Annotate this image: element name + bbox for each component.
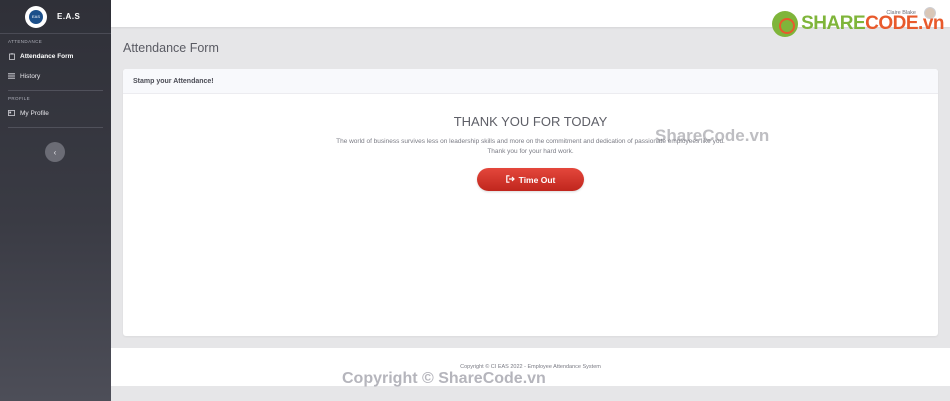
brand-name: E.A.S xyxy=(57,12,81,21)
time-out-button[interactable]: Time Out xyxy=(477,168,584,191)
sharecode-watermark-mid: ShareCode.vn xyxy=(655,126,770,145)
sidebar-item-label: Attendance Form xyxy=(20,52,74,60)
sidebar-divider xyxy=(8,127,103,128)
thanks-message-line: Thank you for your hard work. xyxy=(487,148,574,155)
sidebar-item-history[interactable]: History xyxy=(0,66,111,86)
sidebar-item-attendance-form[interactable]: Attendance Form xyxy=(0,46,111,66)
brand-logo-mark: EAS xyxy=(29,9,43,24)
sign-out-icon xyxy=(505,174,515,185)
list-icon xyxy=(8,73,15,80)
sidebar-item-my-profile[interactable]: My Profile xyxy=(0,103,111,123)
logo-share: SHARE xyxy=(801,13,866,34)
chevron-left-icon: ‹ xyxy=(53,147,57,157)
card-header: Stamp your Attendance! xyxy=(123,69,938,94)
clipboard-icon xyxy=(8,52,15,60)
sharecode-watermark-bottom: Copyright © ShareCode.vn xyxy=(342,370,546,387)
time-out-label: Time Out xyxy=(518,174,556,185)
sidebar-section-profile: PROFILE xyxy=(8,96,31,101)
sharecode-logo-text: SHARECODE.vn xyxy=(801,13,944,35)
page-title: Attendance Form xyxy=(123,41,219,55)
sidebar-section-attendance: ATTENDANCE xyxy=(8,39,43,44)
brand[interactable]: EAS E.A.S xyxy=(0,0,111,34)
thanks-title: THANK YOU FOR TODAY xyxy=(453,114,608,129)
sidebar-toggle-button[interactable]: ‹ xyxy=(45,142,65,162)
id-card-icon xyxy=(8,110,15,117)
sharecode-logo-watermark: SHARECODE.vn xyxy=(772,11,944,37)
sidebar-divider xyxy=(8,90,103,91)
logo-code: CODE.vn xyxy=(865,13,944,34)
attendance-card: Stamp your Attendance! THANK YOU FOR TOD… xyxy=(123,69,938,336)
brand-logo: EAS xyxy=(25,5,47,28)
sidebar-item-label: History xyxy=(20,72,41,80)
sidebar: EAS E.A.S ATTENDANCE Attendance Form His… xyxy=(0,0,111,401)
sharecode-logo-icon xyxy=(772,11,799,37)
sidebar-item-label: My Profile xyxy=(20,109,49,117)
